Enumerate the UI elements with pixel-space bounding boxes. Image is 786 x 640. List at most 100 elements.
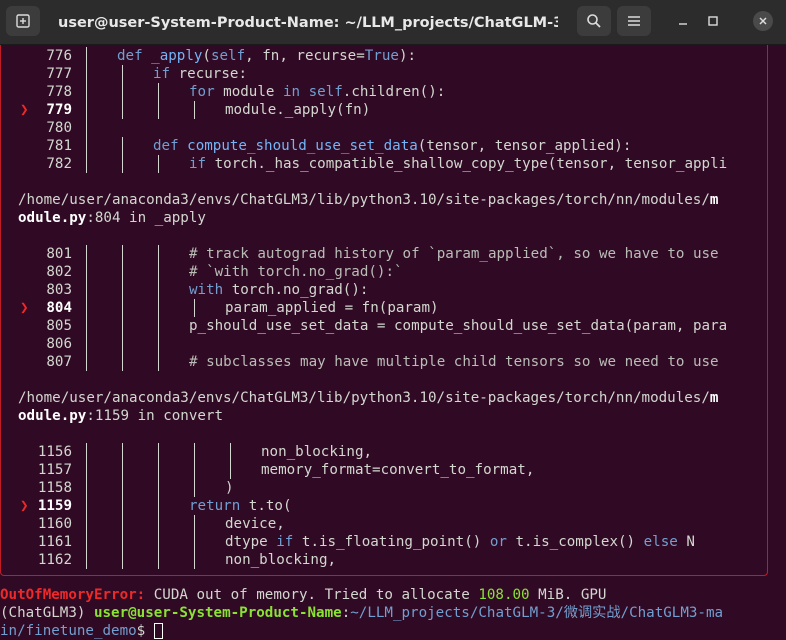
error-message-1: CUDA out of memory. Tried to allocate <box>145 587 479 603</box>
indent-guide <box>86 317 87 335</box>
indent-guide <box>86 65 87 83</box>
indent-guide <box>158 461 159 479</box>
frame-location-file: odule.py:804 in _apply <box>18 210 206 226</box>
line-number: 806 <box>46 336 72 352</box>
code-text: def _apply(self, fn, recurse=True): <box>117 48 417 64</box>
new-tab-button[interactable] <box>6 6 40 36</box>
frame-location-path: /home/user/anaconda3/envs/ChatGLM3/lib/p… <box>18 390 719 406</box>
indent-guide <box>122 443 123 461</box>
frame-location-file: odule.py:1159 in convert <box>18 408 224 424</box>
indent-guide <box>86 101 87 119</box>
indent-guide <box>158 497 159 515</box>
error-name: OutOfMemoryError: <box>0 587 146 603</box>
indent-guide <box>86 461 87 479</box>
close-button[interactable] <box>753 11 773 31</box>
code-text: p_should_use_set_data = compute_should_u… <box>189 318 728 334</box>
indent-guide <box>230 443 231 461</box>
line-number: 780 <box>46 120 72 136</box>
line-number: 778 <box>46 84 72 100</box>
code-text: for module in self.children(): <box>189 84 446 100</box>
menu-button[interactable] <box>617 6 651 36</box>
indent-guide <box>194 443 195 461</box>
line-number: 804 <box>46 300 72 316</box>
indent-guide <box>194 551 195 569</box>
indent-guide <box>86 47 87 65</box>
code-text: # subclasses may have multiple child ten… <box>189 354 719 370</box>
line-number: 802 <box>46 264 72 280</box>
indent-guide <box>86 281 87 299</box>
prompt-line-2[interactable]: in/finetune_demo$ <box>0 622 163 640</box>
search-button[interactable] <box>577 6 611 36</box>
traceback-code-line: 776 def _apply(self, fn, recurse=True): <box>0 47 760 65</box>
traceback-code-line: 777 if recurse: <box>0 65 760 83</box>
indent-guide <box>122 245 123 263</box>
line-number: 1160 <box>37 516 72 532</box>
prompt-symbol: $ <box>136 623 154 639</box>
indent-guide <box>158 515 159 533</box>
traceback-code-line: 1158) <box>0 479 760 497</box>
code-text: if torch._has_compatible_shallow_copy_ty… <box>189 156 728 172</box>
code-text: memory_format=convert_to_format, <box>261 462 535 478</box>
traceback-code-line: 801 # track autograd history of `param_ap… <box>0 245 760 263</box>
indent-guide <box>86 479 87 497</box>
error-line: OutOfMemoryError: CUDA out of memory. Tr… <box>0 586 606 604</box>
line-number: 782 <box>46 156 72 172</box>
maximize-icon <box>708 16 718 26</box>
indent-guide <box>122 461 123 479</box>
search-icon <box>587 14 601 28</box>
code-text: # track autograd history of `param_appli… <box>189 246 719 262</box>
indent-guide <box>86 443 87 461</box>
indent-guide <box>86 155 87 173</box>
indent-guide <box>86 245 87 263</box>
line-number: 807 <box>46 354 72 370</box>
close-icon <box>759 17 767 25</box>
indent-guide <box>86 551 87 569</box>
indent-guide <box>86 119 87 137</box>
error-message-2: MiB. GPU <box>529 587 607 603</box>
code-text: return t.to( <box>189 498 292 514</box>
indent-guide <box>194 101 195 119</box>
traceback-code-line: 805 p_should_use_set_data = compute_shoul… <box>0 317 760 335</box>
indent-guide <box>122 263 123 281</box>
line-number: 803 <box>46 282 72 298</box>
code-text: non_blocking, <box>261 444 373 460</box>
line-number: 801 <box>46 246 72 262</box>
indent-guide <box>158 299 159 317</box>
error-amount: 108.00 <box>478 587 530 603</box>
line-number: 779 <box>46 102 72 118</box>
traceback-code-line: 781 def compute_should_use_set_data(tenso… <box>0 137 760 155</box>
indent-guide <box>122 101 123 119</box>
traceback-code-line: 1157 memory_format=convert_to_format, <box>0 461 760 479</box>
indent-guide <box>86 497 87 515</box>
indent-guide <box>158 263 159 281</box>
indent-guide <box>158 245 159 263</box>
indent-guide <box>122 353 123 371</box>
prompt-path-1: ~/LLM_projects/ChatGLM-3/微调实战/ChatGLM3-m… <box>350 605 724 621</box>
indent-guide <box>122 335 123 353</box>
indent-guide <box>86 353 87 371</box>
prompt-colon: : <box>341 605 351 621</box>
text-cursor <box>153 623 163 639</box>
indent-guide <box>122 299 123 317</box>
window-title: user@user-System-Product-Name: ~/LLM_pro… <box>58 15 558 31</box>
traceback-code-line: 1156 non_blocking, <box>0 443 760 461</box>
line-number: 781 <box>46 138 72 154</box>
traceback-code-line: 807 # subclasses may have multiple child … <box>0 353 760 371</box>
indent-guide <box>194 533 195 551</box>
prompt-path-2: in/finetune_demo <box>0 623 137 639</box>
indent-guide <box>158 533 159 551</box>
hamburger-menu-icon <box>628 16 640 26</box>
traceback-code-line: 1161 dtype if t.is_floating_point() or t.… <box>0 533 760 551</box>
indent-guide <box>86 533 87 551</box>
indent-guide <box>158 83 159 101</box>
frame-location-path: /home/user/anaconda3/envs/ChatGLM3/lib/p… <box>18 192 719 208</box>
code-text: ) <box>225 480 234 496</box>
indent-guide <box>158 281 159 299</box>
minimize-button[interactable] <box>673 11 693 31</box>
maximize-button[interactable] <box>703 11 723 31</box>
indent-guide <box>158 479 159 497</box>
terminal-output[interactable]: 776 def _apply(self, fn, recurse=True): 77… <box>0 45 786 640</box>
traceback-code-line: ❯ 779 module._apply(fn) <box>0 101 760 119</box>
indent-guide <box>158 155 159 173</box>
line-number: 1157 <box>37 462 72 478</box>
